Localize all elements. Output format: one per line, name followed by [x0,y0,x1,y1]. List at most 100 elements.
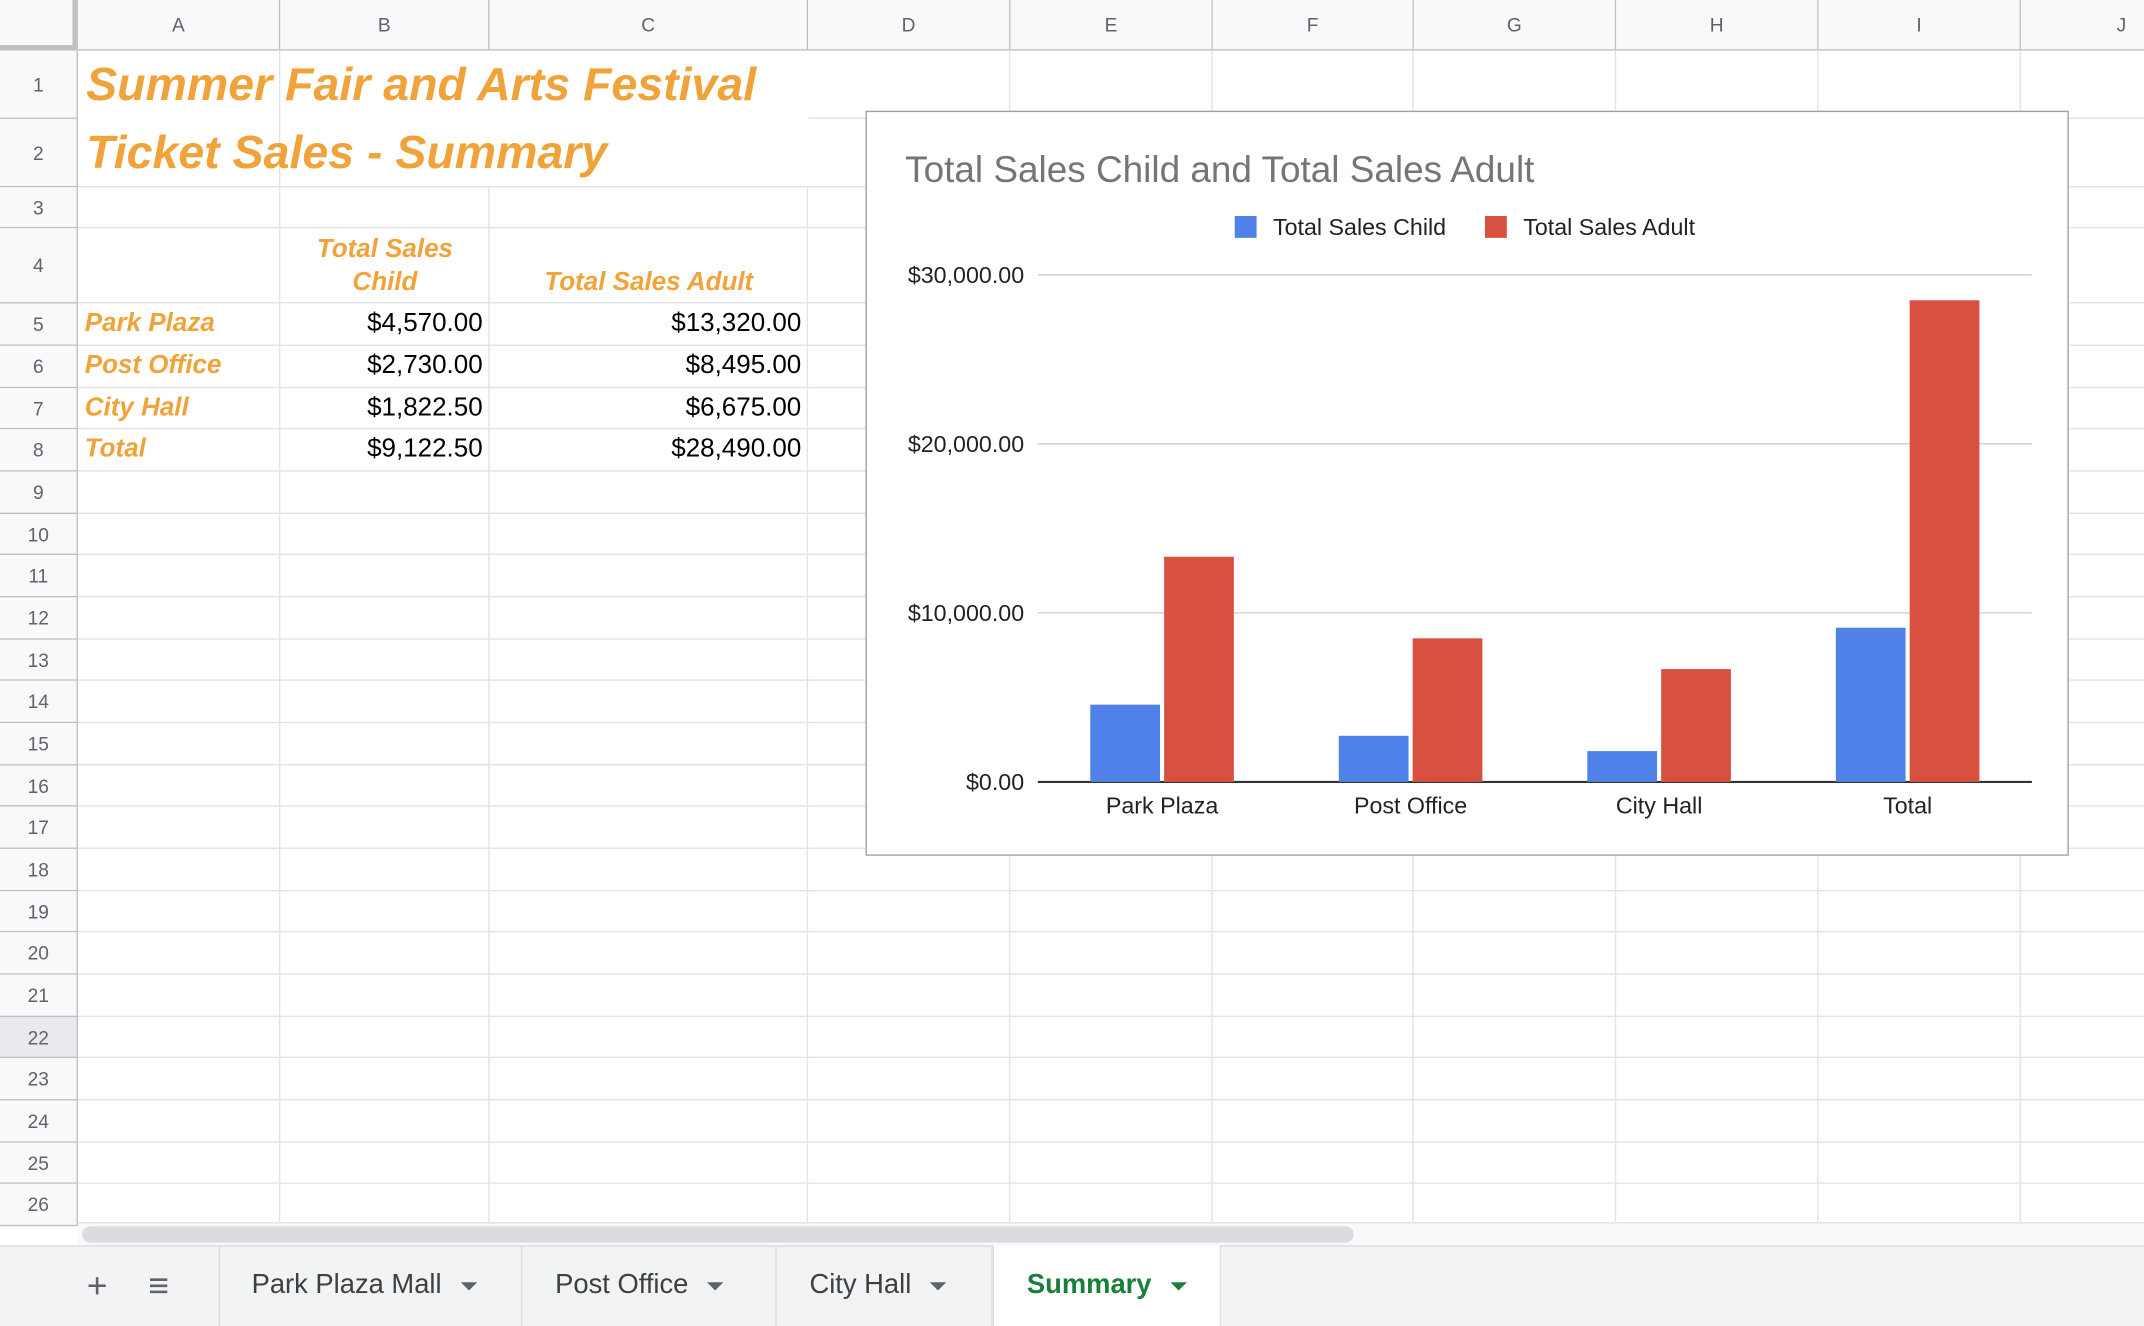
bar-adult-total[interactable] [1909,300,1980,782]
tab-label: Summary [1026,1269,1152,1301]
row-header-23[interactable]: 23 [0,1058,78,1101]
y-tick-label: $30,000.00 [908,262,1024,288]
caret-down-icon[interactable] [930,1281,947,1291]
bar-child-park-plaza[interactable] [1090,704,1161,782]
row-header-24[interactable]: 24 [0,1100,78,1143]
legend-label-child: Total Sales Child [1273,214,1446,240]
column-header-i[interactable]: I [1818,0,2021,51]
gridline [77,930,2144,933]
caret-down-icon[interactable] [460,1281,478,1291]
row-header-11[interactable]: 11 [0,555,78,598]
header-child-line2: Child [352,267,418,297]
bar-adult-post-office[interactable] [1412,638,1483,782]
chart-canvas: Total Sales Child and Total Sales Adult … [905,149,2032,818]
tab-post-office[interactable]: Post Office [522,1245,777,1326]
row-header-5[interactable]: 5 [0,303,78,346]
row-header-17[interactable]: 17 [0,806,78,849]
x-tick-label: City Hall [1616,792,1703,818]
column-header-f[interactable]: F [1212,0,1414,51]
row-header-13[interactable]: 13 [0,639,78,681]
row-header-22[interactable]: 22 [0,1017,78,1059]
cell-adult-park-plaza[interactable]: $13,320.00 [490,303,809,344]
cell-adult-total[interactable]: $28,490.00 [490,429,809,470]
row-header-19[interactable]: 19 [0,891,78,933]
row-header-20[interactable]: 20 [0,932,78,975]
bar-child-total[interactable] [1835,627,1906,782]
caret-down-icon[interactable] [707,1281,724,1291]
tab-label: Post Office [555,1269,689,1301]
cell-child-total[interactable]: $9,122.50 [280,429,489,470]
cell-child-park-plaza[interactable]: $4,570.00 [280,303,489,344]
y-tick-label: $10,000.00 [908,600,1024,626]
legend-swatch-child [1234,215,1257,238]
gridline [77,1015,2144,1018]
cell-child-city-hall[interactable]: $1,822.50 [280,388,489,429]
caret-down-icon[interactable] [1170,1281,1188,1291]
bar-adult-city-hall[interactable] [1661,669,1731,782]
tab-summary[interactable]: Summary [992,1245,1222,1326]
row-header-3[interactable]: 3 [0,187,78,229]
row-header-8[interactable]: 8 [0,429,78,472]
embedded-chart[interactable]: Total Sales Child and Total Sales Adult … [865,110,2069,856]
row-label-city-hall[interactable]: City Hall [78,388,280,429]
column-header-d[interactable]: D [808,0,1011,51]
x-tick-label: Total [1883,792,1932,818]
column-header-e[interactable]: E [1010,0,1213,51]
tab-label: Park Plaza Mall [251,1269,442,1301]
legend-swatch-adult [1484,215,1507,238]
row-label-post-office[interactable]: Post Office [78,346,280,387]
y-tick-label: $0.00 [966,769,1024,795]
menu-icon[interactable]: ≡ [138,1264,179,1305]
column-header-b[interactable]: B [280,0,490,51]
row-header-26[interactable]: 26 [0,1183,78,1227]
row-label-total[interactable]: Total [78,429,280,470]
row-header-12[interactable]: 12 [0,597,78,640]
tab-city-hall[interactable]: City Hall [777,1245,993,1326]
y-tick-label: $20,000.00 [908,431,1024,457]
gridline [77,973,2144,975]
row-header-10[interactable]: 10 [0,513,78,556]
header-total-sales-child[interactable]: Total Sales Child [280,234,489,300]
bar-child-city-hall[interactable] [1587,751,1658,782]
bar-adult-park-plaza[interactable] [1164,556,1234,782]
gridline [77,889,2144,892]
gridline [77,1056,2144,1059]
cell-adult-post-office[interactable]: $8,495.00 [490,346,809,387]
gridline [77,1099,2144,1101]
header-total-sales-adult[interactable]: Total Sales Adult [490,267,809,300]
gridline [77,1141,2144,1143]
chart-title: Total Sales Child and Total Sales Adult [905,149,1534,190]
select-all-corner[interactable] [0,0,78,51]
bar-child-post-office[interactable] [1338,735,1409,782]
row-header-16[interactable]: 16 [0,765,78,807]
column-header-h[interactable]: H [1616,0,1819,51]
row-header-1[interactable]: 1 [0,50,78,119]
row-header-15[interactable]: 15 [0,723,78,766]
row-header-6[interactable]: 6 [0,345,78,389]
row-header-7[interactable]: 7 [0,388,78,430]
column-header-c[interactable]: C [489,0,809,51]
row-header-25[interactable]: 25 [0,1142,78,1184]
column-header-g[interactable]: G [1413,0,1617,51]
header-child-line1: Total Sales [316,235,454,264]
row-label-park-plaza[interactable]: Park Plaza [78,303,280,344]
tab-label: City Hall [809,1269,912,1301]
column-header-a[interactable]: A [77,0,281,51]
legend-label-adult: Total Sales Adult [1523,214,1695,240]
row-header-4[interactable]: 4 [0,228,78,304]
x-tick-label: Park Plaza [1106,792,1218,818]
cell-child-post-office[interactable]: $2,730.00 [280,346,489,387]
horizontal-scrollbar-thumb[interactable] [82,1226,1354,1243]
sheet-title-line1[interactable]: Summer Fair and Arts Festival [78,51,756,119]
row-header-21[interactable]: 21 [0,974,78,1018]
sheet-title-line2[interactable]: Ticket Sales - Summary [78,119,607,187]
row-header-18[interactable]: 18 [0,848,78,892]
row-header-9[interactable]: 9 [0,471,78,514]
row-header-2[interactable]: 2 [0,118,78,188]
column-header-j[interactable]: J [2020,0,2144,51]
row-header-14[interactable]: 14 [0,680,78,724]
plus-icon[interactable]: + [77,1264,118,1305]
x-tick-label: Post Office [1354,792,1467,818]
tab-park-plaza-mall[interactable]: Park Plaza Mall [219,1245,523,1326]
cell-adult-city-hall[interactable]: $6,675.00 [490,388,809,429]
